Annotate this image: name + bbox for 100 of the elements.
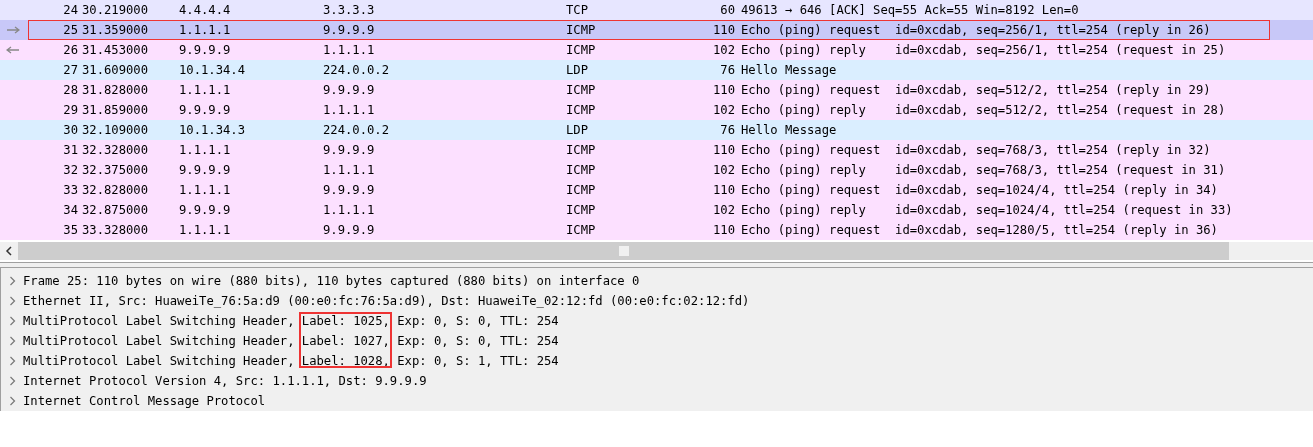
detail-text[interactable]: MultiProtocol Label Switching Header, Label: 1028, Exp: 0, S: 1, TTL: 254 [23, 351, 559, 371]
packet-number: 27 [62, 62, 78, 79]
packet-protocol: ICMP [566, 102, 597, 119]
packet-protocol: ICMP [566, 142, 597, 159]
packet-length: 110 [712, 222, 735, 239]
packet-number: 31 [62, 142, 78, 159]
packet-destination: 9.9.9.9 [323, 182, 376, 199]
packet-info: Echo (ping) request id=0xcdab, seq=1024/4, ttl=254 (reply in 34) [740, 182, 1218, 199]
packet-number: 24 [62, 2, 78, 19]
packet-protocol: ICMP [566, 182, 597, 199]
packet-source: 9.9.9.9 [179, 162, 232, 179]
packet-number: 28 [62, 82, 78, 99]
detail-text[interactable]: MultiProtocol Label Switching Header, Label: 1025, Exp: 0, S: 0, TTL: 254 [23, 311, 559, 331]
packet-time: 32.875000 [81, 202, 150, 219]
packet-row[interactable]: 27 31.609000 10.1.34.4 224.0.0.2 LDP 76 Hello Message [0, 60, 1313, 80]
detail-text[interactable]: Internet Control Message Protocol [23, 391, 266, 411]
packet-length: 110 [712, 182, 735, 199]
packet-destination: 9.9.9.9 [323, 142, 376, 159]
packet-row[interactable]: 25 31.359000 1.1.1.1 9.9.9.9 ICMP 110 Echo (ping) request id=0xcdab, seq=256/1, ttl=254 (reply in 26) [0, 20, 1313, 40]
arrow-left-icon [6, 45, 20, 55]
packet-destination: 9.9.9.9 [323, 222, 376, 239]
packet-number: 29 [62, 102, 78, 119]
chevron-right-icon[interactable] [8, 356, 16, 366]
packet-row[interactable]: 29 31.859000 9.9.9.9 1.1.1.1 ICMP 102 Echo (ping) reply id=0xcdab, seq=512/2, ttl=254 (request in 28) [0, 100, 1313, 120]
packet-time: 32.375000 [81, 162, 150, 179]
packet-destination: 1.1.1.1 [323, 102, 376, 119]
packet-source: 9.9.9.9 [179, 102, 232, 119]
chevron-right-icon[interactable] [8, 276, 16, 286]
packet-time: 31.359000 [81, 22, 150, 39]
packet-destination: 1.1.1.1 [323, 162, 376, 179]
packet-time: 31.828000 [81, 82, 150, 99]
detail-text[interactable]: MultiProtocol Label Switching Header, Label: 1027, Exp: 0, S: 0, TTL: 254 [23, 331, 559, 351]
packet-number: 33 [62, 182, 78, 199]
packet-source: 1.1.1.1 [179, 82, 232, 99]
packet-protocol: ICMP [566, 82, 597, 99]
packet-destination: 9.9.9.9 [323, 82, 376, 99]
scrollbar-thumb[interactable] [18, 242, 1229, 260]
packet-number: 32 [62, 162, 78, 179]
chevron-right-icon[interactable] [8, 396, 16, 406]
packet-protocol: ICMP [566, 162, 597, 179]
detail-text[interactable]: Ethernet II, Src: HuaweiTe_76:5a:d9 (00:e0:fc:76:5a:d9), Dst: HuaweiTe_02:12:fd (00:e0:fc:02:12:fd) [23, 291, 750, 311]
packet-protocol: ICMP [566, 222, 597, 239]
packet-destination: 1.1.1.1 [323, 202, 376, 219]
packet-number: 30 [62, 122, 78, 139]
packet-info: Echo (ping) request id=0xcdab, seq=512/2, ttl=254 (reply in 29) [740, 82, 1211, 99]
packet-info: 49613 → 646 [ACK] Seq=55 Ack=55 Win=8192 Len=0 [740, 2, 1079, 19]
packet-number: 26 [62, 42, 78, 59]
packet-length: 60 [719, 2, 735, 19]
packet-time: 30.219000 [81, 2, 150, 19]
packet-time: 31.609000 [81, 62, 150, 79]
packet-protocol: ICMP [566, 42, 597, 59]
packet-number: 34 [62, 202, 78, 219]
packet-source: 10.1.34.4 [179, 62, 247, 79]
chevron-right-icon[interactable] [8, 316, 16, 326]
packet-protocol: LDP [566, 62, 589, 79]
chevron-right-icon[interactable] [8, 296, 16, 306]
packet-info: Hello Message [740, 122, 837, 139]
packet-time: 31.859000 [81, 102, 150, 119]
packet-row[interactable]: 35 33.328000 1.1.1.1 9.9.9.9 ICMP 110 Echo (ping) request id=0xcdab, seq=1280/5, ttl=254 (reply in 36) [0, 220, 1313, 240]
packet-length: 102 [712, 162, 735, 179]
packet-row[interactable]: 34 32.875000 9.9.9.9 1.1.1.1 ICMP 102 Echo (ping) reply id=0xcdab, seq=1024/4, ttl=254 (request in 33) [0, 200, 1313, 220]
packet-time: 33.328000 [81, 222, 150, 239]
packet-row[interactable]: 33 32.828000 1.1.1.1 9.9.9.9 ICMP 110 Echo (ping) request id=0xcdab, seq=1024/4, ttl=254 (reply in 34) [0, 180, 1313, 200]
packet-source: 1.1.1.1 [179, 22, 232, 39]
detail-text[interactable]: Internet Protocol Version 4, Src: 1.1.1.1, Dst: 9.9.9.9 [23, 371, 427, 391]
packet-row[interactable]: 26 31.453000 9.9.9.9 1.1.1.1 ICMP 102 Echo (ping) reply id=0xcdab, seq=256/1, ttl=254 (request in 25) [0, 40, 1313, 60]
packet-destination: 224.0.0.2 [323, 122, 391, 139]
chevron-right-icon[interactable] [8, 336, 16, 346]
chevron-right-icon[interactable] [8, 376, 16, 386]
detail-text[interactable]: Frame 25: 110 bytes on wire (880 bits), 110 bytes captured (880 bits) on interface 0 [23, 271, 640, 291]
packet-info: Echo (ping) request id=0xcdab, seq=256/1, ttl=254 (reply in 26) [740, 22, 1211, 39]
packet-row[interactable]: 30 32.109000 10.1.34.3 224.0.0.2 LDP 76 Hello Message [0, 120, 1313, 140]
packet-protocol: ICMP [566, 202, 597, 219]
packet-source: 1.1.1.1 [179, 222, 232, 239]
packet-row[interactable]: 24 30.219000 4.4.4.4 3.3.3.3 TCP 60 49613 → 646 [ACK] Seq=55 Ack=55 Win=8192 Len=0 [0, 0, 1313, 20]
packet-destination: 9.9.9.9 [323, 22, 376, 39]
packet-source: 9.9.9.9 [179, 42, 232, 59]
packet-row[interactable]: 28 31.828000 1.1.1.1 9.9.9.9 ICMP 110 Echo (ping) request id=0xcdab, seq=512/2, ttl=254 (reply in 29) [0, 80, 1313, 100]
packet-source: 4.4.4.4 [179, 2, 232, 19]
packet-row[interactable]: 32 32.375000 9.9.9.9 1.1.1.1 ICMP 102 Echo (ping) reply id=0xcdab, seq=768/3, ttl=254 (request in 31) [0, 160, 1313, 180]
chevron-left-icon [5, 246, 13, 256]
packet-source: 1.1.1.1 [179, 142, 232, 159]
packet-time: 31.453000 [81, 42, 150, 59]
packet-time: 32.828000 [81, 182, 150, 199]
packet-number: 35 [62, 222, 78, 239]
packet-info: Echo (ping) reply id=0xcdab, seq=512/2, ttl=254 (request in 28) [740, 102, 1226, 119]
packet-source: 9.9.9.9 [179, 202, 232, 219]
packet-info: Echo (ping) request id=0xcdab, seq=768/3, ttl=254 (reply in 32) [740, 142, 1211, 159]
packet-row[interactable]: 31 32.328000 1.1.1.1 9.9.9.9 ICMP 110 Echo (ping) request id=0xcdab, seq=768/3, ttl=254 (reply in 32) [0, 140, 1313, 160]
packet-length: 110 [712, 142, 735, 159]
packet-number: 25 [62, 22, 78, 39]
packet-destination: 224.0.0.2 [323, 62, 391, 79]
packet-info: Echo (ping) reply id=0xcdab, seq=1024/4, ttl=254 (request in 33) [740, 202, 1233, 219]
packet-source: 10.1.34.3 [179, 122, 247, 139]
packet-protocol: LDP [566, 122, 589, 139]
packet-info: Echo (ping) request id=0xcdab, seq=1280/5, ttl=254 (reply in 36) [740, 222, 1218, 239]
packet-protocol: TCP [566, 2, 589, 19]
packet-length: 110 [712, 82, 735, 99]
packet-time: 32.109000 [81, 122, 150, 139]
packet-protocol: ICMP [566, 22, 597, 39]
